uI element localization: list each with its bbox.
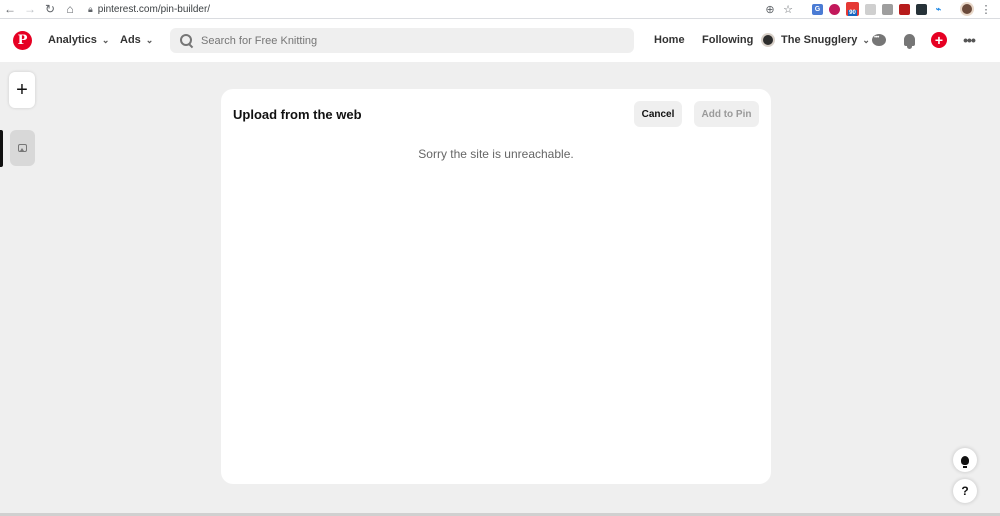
- profile-menu[interactable]: The Snugglery ⌄: [781, 34, 870, 46]
- search-icon: [180, 34, 193, 47]
- browser-toolbar: ← → ↻ ⌂ 🔒︎ pinterest.com/pin-builder/ ⊕ …: [0, 0, 1000, 19]
- analytics-menu[interactable]: Analytics ⌄: [48, 34, 109, 46]
- add-to-pin-button[interactable]: Add to Pin: [694, 101, 759, 127]
- profile-name: The Snugglery: [781, 34, 858, 46]
- bird-icon[interactable]: ⌁: [933, 3, 944, 15]
- qr-icon[interactable]: [916, 3, 927, 15]
- error-message: Sorry the site is unreachable.: [418, 147, 574, 161]
- analytics-label: Analytics: [48, 34, 97, 46]
- lightbulb-icon: [961, 455, 969, 468]
- pink-extension-icon[interactable]: [829, 3, 840, 15]
- messages-icon[interactable]: [871, 32, 887, 48]
- avatar[interactable]: [761, 33, 775, 47]
- create-plus-icon[interactable]: +: [931, 32, 947, 48]
- grey-extension-icon[interactable]: [865, 3, 876, 15]
- add-icon[interactable]: ⊕: [764, 3, 776, 16]
- extensions-area: ⊕ ☆ G 90 ⌁ ⋮: [764, 2, 992, 16]
- add-pin-button[interactable]: +: [9, 72, 35, 108]
- translate-icon[interactable]: G: [812, 3, 823, 15]
- pinterest-header: P Analytics ⌄ Ads ⌄ Search for Free Knit…: [0, 19, 1000, 62]
- more-options-icon[interactable]: •••: [961, 32, 977, 48]
- todo-badge-icon[interactable]: 90: [846, 2, 859, 16]
- help-button[interactable]: ?: [953, 479, 977, 503]
- lock-icon: 🔒︎: [88, 3, 93, 14]
- kebab-menu-icon[interactable]: ⋮: [980, 3, 992, 16]
- ext-badge: 90: [848, 10, 857, 16]
- adobe-icon[interactable]: [899, 3, 910, 15]
- selected-indicator: [0, 130, 3, 167]
- pdf-icon[interactable]: [882, 3, 893, 15]
- notifications-bell-icon[interactable]: [901, 32, 917, 49]
- pinterest-logo[interactable]: P: [13, 31, 32, 50]
- chevron-down-icon: ⌄: [862, 34, 870, 45]
- tips-button[interactable]: [953, 448, 977, 472]
- search-input[interactable]: Search for Free Knitting: [170, 28, 634, 53]
- url-text: pinterest.com/pin-builder/: [97, 3, 211, 15]
- home-icon[interactable]: ⌂: [60, 0, 80, 19]
- upload-from-web-panel: Upload from the web Cancel Add to Pin So…: [221, 89, 771, 484]
- panel-title: Upload from the web: [233, 107, 362, 122]
- forward-icon[interactable]: →: [20, 0, 40, 19]
- bookmark-star-icon[interactable]: ☆: [782, 3, 794, 16]
- browser-profile-avatar[interactable]: [960, 2, 974, 16]
- back-icon[interactable]: ←: [0, 0, 20, 19]
- draft-pin-thumbnail[interactable]: [10, 130, 35, 166]
- ads-label: Ads: [120, 34, 141, 46]
- image-icon: [18, 144, 27, 152]
- search-placeholder: Search for Free Knitting: [201, 34, 318, 47]
- home-link[interactable]: Home: [654, 34, 685, 46]
- chevron-down-icon: ⌄: [145, 34, 154, 45]
- ads-menu[interactable]: Ads ⌄: [120, 34, 153, 46]
- following-link[interactable]: Following: [702, 34, 753, 46]
- reload-icon[interactable]: ↻: [40, 0, 60, 19]
- address-bar[interactable]: 🔒︎ pinterest.com/pin-builder/: [88, 0, 210, 19]
- cancel-button[interactable]: Cancel: [634, 101, 682, 127]
- chevron-down-icon: ⌄: [101, 34, 110, 45]
